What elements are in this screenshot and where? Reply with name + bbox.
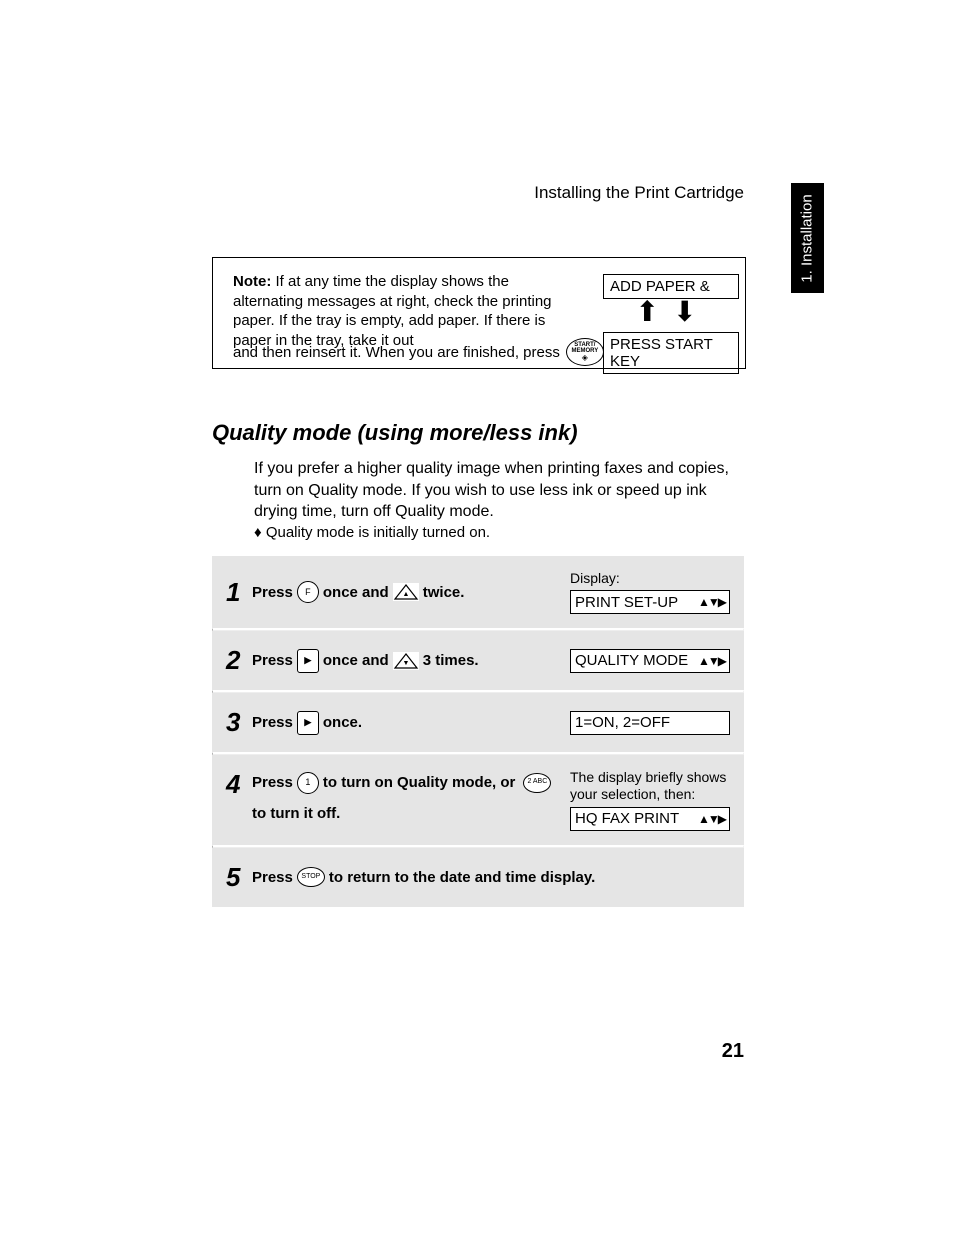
lcd-text: 1=ON, 2=OFF xyxy=(575,714,670,731)
text: once. xyxy=(323,709,362,736)
text: to turn on Quality mode, or xyxy=(323,769,516,796)
lcd-readout: 1=ON, 2=OFF xyxy=(570,711,730,735)
chapter-tab: 1. Installation xyxy=(791,183,824,293)
display-label: Display: xyxy=(570,570,730,586)
two-key-icon: 2 ABC xyxy=(523,773,551,793)
step-number: 3 xyxy=(226,707,252,738)
display-column: The display briefly shows your selection… xyxy=(570,769,730,831)
display-column: Display: PRINT SET-UP ▲▼▶ xyxy=(570,570,730,614)
running-head: Installing the Print Cartridge xyxy=(534,183,744,203)
lcd-text: HQ FAX PRINT xyxy=(575,810,679,827)
text: 3 times. xyxy=(423,647,479,674)
f-key-icon: F xyxy=(297,581,319,603)
section-heading: Quality mode (using more/less ink) xyxy=(212,420,578,446)
step-instruction: Press 1 to turn on Quality mode, or 2 AB… xyxy=(252,769,570,827)
lcd-text: QUALITY MODE xyxy=(575,652,688,669)
step-row: 1 Press F once and ▲ twice. Display: PRI… xyxy=(212,556,744,628)
steps-panel: 1 Press F once and ▲ twice. Display: PRI… xyxy=(212,556,744,907)
display-press-start: PRESS START KEY xyxy=(603,332,739,374)
step-instruction: Press STOP to return to the date and tim… xyxy=(252,864,730,891)
text: twice. xyxy=(423,579,465,606)
step-row: 2 Press ▶ once and ▼ 3 times. QUALITY MO… xyxy=(212,631,744,690)
diamond-icon: ◈ xyxy=(582,354,588,362)
lcd-readout: HQ FAX PRINT ▲▼▶ xyxy=(570,807,730,831)
nav-arrows-icon: ▲▼▶ xyxy=(698,595,725,609)
text: to return to the date and time display. xyxy=(329,864,595,891)
step-number: 4 xyxy=(226,769,252,800)
step-instruction: Press F once and ▲ twice. xyxy=(252,579,570,606)
note-label: Note: xyxy=(233,273,271,290)
right-arrow-key-icon: ▶ xyxy=(297,711,319,735)
lcd-readout: QUALITY MODE ▲▼▶ xyxy=(570,649,730,673)
nav-arrows-icon: ▲▼▶ xyxy=(698,654,725,668)
svg-text:▲: ▲ xyxy=(402,591,409,598)
step-number: 2 xyxy=(226,645,252,676)
one-key-icon: 1 xyxy=(297,772,319,794)
stop-key-icon: STOP xyxy=(297,867,325,887)
start-memory-key-icon: START/ MEMORY ◈ xyxy=(566,338,604,366)
text: Press xyxy=(252,647,293,674)
step-row: 5 Press STOP to return to the date and t… xyxy=(212,848,744,907)
lcd-text: PRINT SET-UP xyxy=(575,594,678,611)
note-box: Note: If at any time the display shows t… xyxy=(212,257,746,369)
text: to turn it off. xyxy=(252,800,340,827)
text: once and xyxy=(323,579,389,606)
step-row: 4 Press 1 to turn on Quality mode, or 2 … xyxy=(212,755,744,845)
text: once and xyxy=(323,647,389,674)
display-column: QUALITY MODE ▲▼▶ xyxy=(570,649,730,673)
chapter-tab-label: 1. Installation xyxy=(799,194,816,282)
note-line2a: and then reinsert it. When you are finis… xyxy=(233,344,560,361)
nav-arrows-icon: ▲▼▶ xyxy=(698,812,725,826)
step-instruction: Press ▶ once and ▼ 3 times. xyxy=(252,647,570,674)
text: Press xyxy=(252,864,293,891)
lcd-readout: PRINT SET-UP ▲▼▶ xyxy=(570,590,730,614)
step-row: 3 Press ▶ once. 1=ON, 2=OFF xyxy=(212,693,744,752)
display-column: 1=ON, 2=OFF xyxy=(570,711,730,735)
text: Press xyxy=(252,579,293,606)
text: Press xyxy=(252,709,293,736)
note-line2: and then reinsert it. When you are finis… xyxy=(233,338,614,366)
triangle-key-icon: ▼ xyxy=(393,652,419,670)
display-hint: The display briefly shows your selection… xyxy=(570,769,730,803)
page-number: 21 xyxy=(722,1040,744,1063)
right-arrow-key-icon: ▶ xyxy=(297,649,319,673)
text: Press xyxy=(252,769,293,796)
section-bullet: ♦ Quality mode is initially turned on. xyxy=(254,524,490,541)
section-intro: If you prefer a higher quality image whe… xyxy=(254,458,744,523)
manual-page: Installing the Print Cartridge 1. Instal… xyxy=(0,0,954,1235)
triangle-key-icon: ▲ xyxy=(393,583,419,601)
alternating-arrows-icon: ⬆︎⬇︎ xyxy=(623,298,723,326)
step-instruction: Press ▶ once. xyxy=(252,709,570,736)
step-number: 5 xyxy=(226,862,252,893)
svg-text:▼: ▼ xyxy=(402,660,409,667)
step-number: 1 xyxy=(226,577,252,608)
